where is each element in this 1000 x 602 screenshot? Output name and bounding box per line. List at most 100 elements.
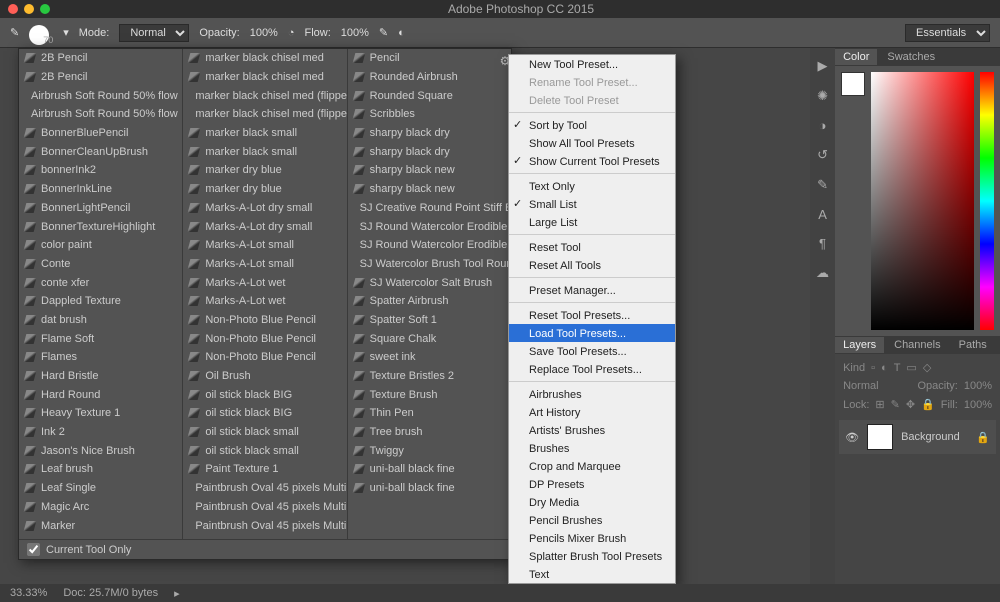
menu-item[interactable]: ✓Sort by Tool: [509, 116, 675, 134]
menu-item[interactable]: ✓Show Current Tool Presets: [509, 152, 675, 170]
close-icon[interactable]: [8, 4, 18, 14]
menu-item[interactable]: Brushes: [509, 439, 675, 457]
preset-item[interactable]: Texture Brush: [348, 385, 511, 404]
menu-item[interactable]: Crop and Marquee: [509, 457, 675, 475]
lock-position-icon[interactable]: ✥: [906, 398, 915, 411]
preset-item[interactable]: marker dry blue: [183, 161, 346, 180]
lock-pixels-icon[interactable]: ✎: [891, 398, 900, 411]
preset-item[interactable]: SJ Watercolor Salt Brush: [348, 273, 511, 292]
menu-item[interactable]: Text: [509, 565, 675, 583]
current-tool-only-checkbox[interactable]: [27, 543, 40, 556]
foreground-swatch[interactable]: [841, 72, 865, 96]
preset-item[interactable]: Spatter Soft 1: [348, 311, 511, 330]
preset-item[interactable]: Pencil: [348, 49, 511, 68]
preset-item[interactable]: Paintbrush Oval 45 pixels Multi...: [183, 516, 346, 535]
preset-item[interactable]: Hard Bristle: [19, 367, 182, 386]
adjustments-icon[interactable]: ✺: [817, 88, 828, 104]
preset-item[interactable]: Heavy Texture 1: [19, 404, 182, 423]
preset-item[interactable]: Marks-A-Lot wet: [183, 273, 346, 292]
tab-swatches[interactable]: Swatches: [879, 49, 943, 65]
lock-transparent-icon[interactable]: ⊞: [875, 398, 884, 411]
preset-item[interactable]: SJ Round Watercolor Erodible ...: [348, 217, 511, 236]
preset-item[interactable]: Conte: [19, 255, 182, 274]
preset-item[interactable]: uni-ball black fine: [348, 479, 511, 498]
preset-item[interactable]: Magic Arc: [19, 498, 182, 517]
preset-item[interactable]: Twiggy: [348, 441, 511, 460]
menu-item[interactable]: Reset Tool Presets...: [509, 306, 675, 324]
preset-item[interactable]: oil stick black small: [183, 441, 346, 460]
preset-item[interactable]: Scribbles: [348, 105, 511, 124]
flow-value[interactable]: 100%: [341, 27, 369, 39]
minimize-icon[interactable]: [24, 4, 34, 14]
menu-item[interactable]: DP Presets: [509, 475, 675, 493]
preset-item[interactable]: Non-Photo Blue Pencil: [183, 348, 346, 367]
preset-item[interactable]: Marks-A-Lot small: [183, 236, 346, 255]
preset-item[interactable]: uni-ball black fine: [348, 460, 511, 479]
preset-item[interactable]: Marker: [19, 516, 182, 535]
hue-slider[interactable]: [980, 72, 994, 330]
preset-item[interactable]: Flames: [19, 348, 182, 367]
menu-item[interactable]: Load Tool Presets...: [509, 324, 675, 342]
preset-item[interactable]: SJ Watercolor Brush Tool Roun...: [348, 255, 511, 274]
preset-item[interactable]: bonnerInk2: [19, 161, 182, 180]
preset-item[interactable]: Airbrush Soft Round 50% flow: [19, 86, 182, 105]
preset-item[interactable]: dat brush: [19, 311, 182, 330]
character-icon[interactable]: A: [818, 207, 827, 222]
preset-item[interactable]: sharpy black dry: [348, 142, 511, 161]
tab-paths[interactable]: Paths: [951, 337, 995, 353]
preset-picker-icon[interactable]: ▾: [63, 26, 69, 39]
styles-icon[interactable]: ◑: [819, 118, 827, 133]
menu-item[interactable]: Pencils Mixer Brush: [509, 529, 675, 547]
preset-item[interactable]: BonnerBluePencil: [19, 124, 182, 143]
menu-item[interactable]: Show All Tool Presets: [509, 134, 675, 152]
preset-item[interactable]: SJ Creative Round Point Stiff Br...: [348, 199, 511, 218]
history-icon[interactable]: ↺: [817, 147, 828, 163]
opacity-value[interactable]: 100%: [250, 27, 278, 39]
preset-item[interactable]: oil stick black small: [183, 423, 346, 442]
menu-item[interactable]: Artists' Brushes: [509, 421, 675, 439]
tab-color[interactable]: Color: [835, 49, 877, 65]
menu-item[interactable]: Dry Media: [509, 493, 675, 511]
preset-item[interactable]: Leaf Single: [19, 479, 182, 498]
menu-item[interactable]: Reset Tool: [509, 238, 675, 256]
preset-item[interactable]: BonnerTextureHighlight: [19, 217, 182, 236]
paragraph-icon[interactable]: ¶: [819, 236, 826, 251]
menu-item[interactable]: Splatter Brush Tool Presets: [509, 547, 675, 565]
preset-item[interactable]: Thin Pen: [348, 404, 511, 423]
play-icon[interactable]: ▶: [818, 58, 828, 74]
preset-item[interactable]: Paintbrush Oval 45 pixels Multi...: [183, 479, 346, 498]
preset-item[interactable]: 2B Pencil: [19, 68, 182, 87]
chevron-right-icon[interactable]: ▸: [174, 587, 180, 600]
preset-item[interactable]: Spatter Airbrush: [348, 292, 511, 311]
preset-item[interactable]: marker black small: [183, 142, 346, 161]
airbrush-icon[interactable]: ✎: [379, 26, 388, 39]
zoom-level[interactable]: 33.33%: [10, 587, 47, 599]
blend-mode[interactable]: Normal: [843, 380, 878, 392]
preset-item[interactable]: sharpy black new: [348, 180, 511, 199]
preset-item[interactable]: Airbrush Soft Round 50% flow: [19, 105, 182, 124]
preset-item[interactable]: BonnerLightPencil: [19, 199, 182, 218]
menu-item[interactable]: Preset Manager...: [509, 281, 675, 299]
color-field[interactable]: [871, 72, 974, 330]
filter-smart-icon[interactable]: ◇: [923, 361, 931, 374]
layer-thumbnail[interactable]: [867, 424, 893, 450]
preset-item[interactable]: SJ Round Watercolor Erodible ...: [348, 236, 511, 255]
layer-opacity-value[interactable]: 100%: [964, 380, 992, 392]
preset-item[interactable]: oil stick black BIG: [183, 404, 346, 423]
menu-item[interactable]: New Tool Preset...: [509, 55, 675, 73]
preset-item[interactable]: Square Chalk: [348, 329, 511, 348]
preset-item[interactable]: Marks-A-Lot wet: [183, 292, 346, 311]
filter-pixel-icon[interactable]: ▫: [871, 362, 875, 374]
filter-adjust-icon[interactable]: ◐: [881, 362, 888, 374]
preset-item[interactable]: marker black small: [183, 124, 346, 143]
preset-item[interactable]: Marks-A-Lot dry small: [183, 199, 346, 218]
preset-item[interactable]: Paint Texture 1: [183, 460, 346, 479]
lock-all-icon[interactable]: 🔒: [921, 398, 935, 411]
preset-item[interactable]: conte xfer: [19, 273, 182, 292]
preset-item[interactable]: Marks-A-Lot small: [183, 255, 346, 274]
menu-item[interactable]: ✓Small List: [509, 195, 675, 213]
preset-item[interactable]: BonnerCleanUpBrush: [19, 142, 182, 161]
preset-item[interactable]: sharpy black dry: [348, 124, 511, 143]
menu-item[interactable]: Airbrushes: [509, 385, 675, 403]
pressure-size-icon[interactable]: ◐: [398, 27, 405, 39]
